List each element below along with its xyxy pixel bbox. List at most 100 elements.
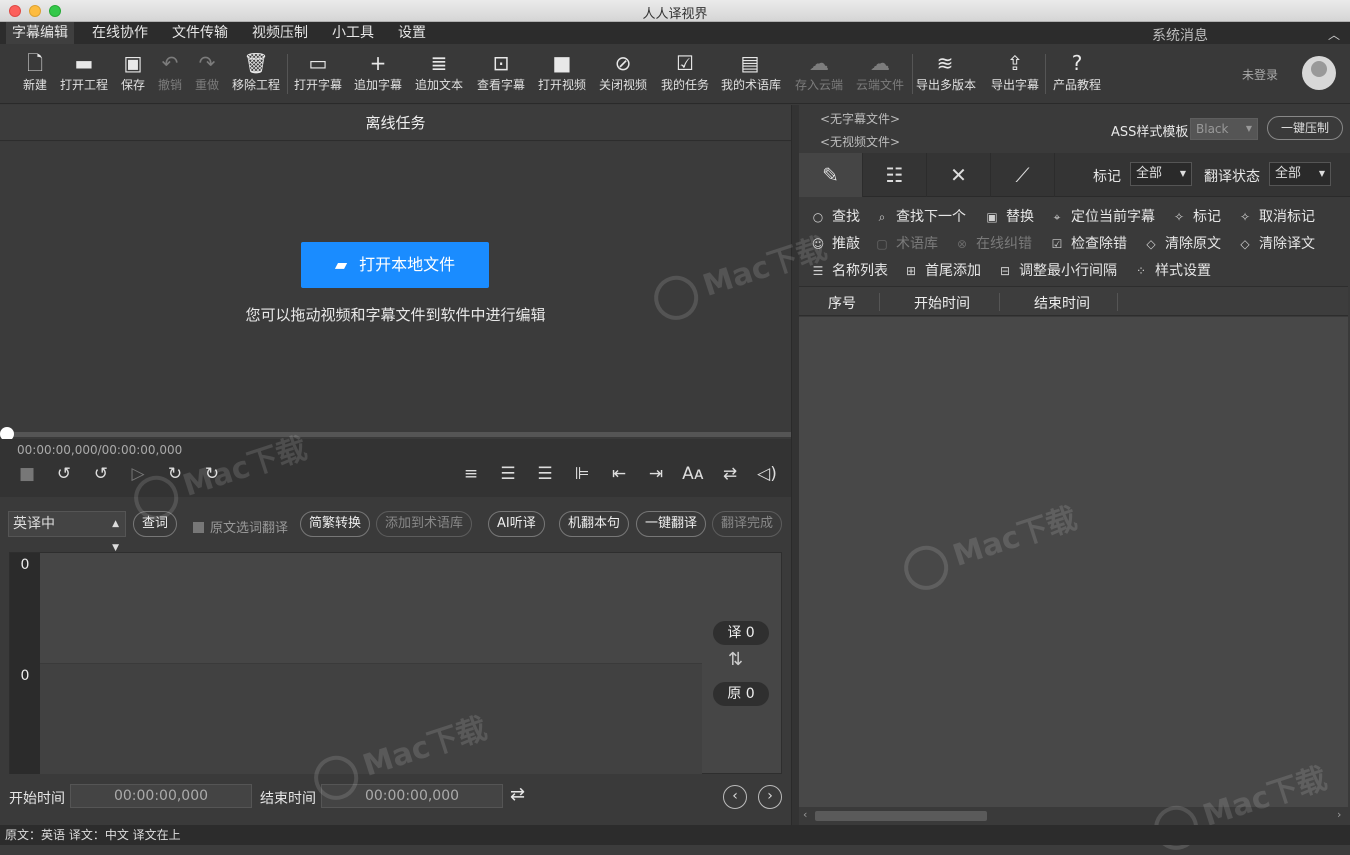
plus-icon: + xyxy=(369,51,387,75)
lookup-button[interactable]: 查词 xyxy=(133,511,178,537)
name-list-action[interactable]: ☰ 名称列表 xyxy=(810,260,888,280)
locate-current-action[interactable]: ⌖ 定位当前字幕 xyxy=(1049,206,1155,226)
stop-icon[interactable]: ■ xyxy=(14,461,40,487)
ai-listen-button[interactable]: AI听译 xyxy=(488,511,545,537)
subtitle-table-body[interactable] xyxy=(799,317,1348,807)
menu-file-transfer[interactable]: 文件传输 xyxy=(166,22,234,44)
online-check-action[interactable]: ⊗ 在线纠错 xyxy=(954,233,1032,253)
font-size-icon[interactable]: Aᴀ xyxy=(680,461,706,487)
ass-template-select[interactable]: Black ▼ xyxy=(1190,118,1258,140)
cloud-icon: ☁ xyxy=(809,51,829,75)
end-time-field[interactable]: 00:00:00,000 xyxy=(321,784,503,808)
my-tasks-button[interactable]: ☑ 我的任务 xyxy=(656,50,714,100)
export-subtitle-button[interactable]: ⇪ 导出字幕 xyxy=(986,50,1044,100)
next-subtitle-icon[interactable]: › xyxy=(758,785,782,809)
translate-done-button[interactable]: 翻译完成 xyxy=(712,511,783,537)
horizontal-scrollbar[interactable]: ‹ › xyxy=(799,807,1348,825)
avatar[interactable] xyxy=(1302,56,1336,90)
play-icon[interactable]: ▷ xyxy=(125,461,151,487)
style-settings-action[interactable]: ⁘ 样式设置 xyxy=(1133,260,1211,280)
trad-simp-button[interactable]: 简繁转换 xyxy=(300,511,371,537)
check-errors-action[interactable]: ☑ 检查除错 xyxy=(1049,233,1127,253)
swap-order-icon[interactable]: ⇅ xyxy=(728,649,743,670)
set-end-icon[interactable]: ⇥ xyxy=(643,461,669,487)
open-subtitle-button[interactable]: ▭ 打开字幕 xyxy=(289,50,347,100)
save-cloud-button[interactable]: ☁ 存入云端 xyxy=(790,50,848,100)
video-area[interactable]: ▰ 打开本地文件 您可以拖动视频和字幕文件到软件中进行编辑 xyxy=(0,142,791,432)
adjust-icon[interactable]: ≡ xyxy=(458,461,484,487)
add-glossary-button[interactable]: 添加到术语库 xyxy=(376,511,473,537)
language-select[interactable]: 英译中 ▲ ▼ xyxy=(8,511,126,553)
original-text-area[interactable] xyxy=(40,664,702,774)
column-end-time[interactable]: 结束时间 xyxy=(1034,293,1090,313)
video-progress-bar[interactable] xyxy=(0,427,791,441)
clear-original-action[interactable]: ◇ 清除原文 xyxy=(1143,233,1221,253)
start-time-field[interactable]: 00:00:00,000 xyxy=(70,784,252,808)
open-video-button[interactable]: ■ 打开视频 xyxy=(533,50,591,100)
one-click-translate-button[interactable]: 一键翻译 xyxy=(636,511,707,537)
mark-filter-select[interactable]: 全部 ▼ xyxy=(1130,162,1192,186)
append-text-button[interactable]: ≣ 追加文本 xyxy=(410,50,468,100)
menu-subtitle-edit[interactable]: 字幕编辑 xyxy=(6,22,74,44)
min-gap-action[interactable]: ⊟ 调整最小行间隔 xyxy=(997,260,1117,280)
find-action[interactable]: ○ 查找 xyxy=(810,206,860,226)
video-file-label: <无视频文件> xyxy=(820,135,901,149)
system-message[interactable]: 系统消息 xyxy=(1152,25,1208,45)
title-bar: 人人译视界 xyxy=(0,0,1350,22)
menu-online-collab[interactable]: 在线协作 xyxy=(86,22,154,44)
login-status[interactable]: 未登录 xyxy=(1242,66,1278,83)
scrollbar-thumb[interactable] xyxy=(815,811,987,821)
pane-divider[interactable] xyxy=(791,105,799,825)
column-index[interactable]: 序号 xyxy=(828,293,856,313)
append-subtitle-button[interactable]: + 追加字幕 xyxy=(349,50,407,100)
find-next-action[interactable]: ⌕ 查找下一个 xyxy=(874,206,966,226)
refine-action[interactable]: ☺ 推敲 xyxy=(810,233,860,253)
cloud-files-button[interactable]: ☁ 云端文件 xyxy=(851,50,909,100)
forward-3s-icon[interactable]: ↻ xyxy=(199,461,225,487)
prev-subtitle-icon[interactable]: ‹ xyxy=(723,785,747,809)
collapse-icon[interactable]: ︿ xyxy=(1328,26,1340,43)
one-click-compress-button[interactable]: 一键压制 xyxy=(1267,116,1343,140)
menu-tools[interactable]: 小工具 xyxy=(326,22,380,44)
tab-list[interactable]: ☷ xyxy=(863,153,927,197)
replace-action[interactable]: ▣ 替换 xyxy=(984,206,1034,226)
checkbox-icon xyxy=(193,522,204,533)
align-middle-icon[interactable]: ☰ xyxy=(532,461,558,487)
swap-icon[interactable]: ⇄ xyxy=(717,461,743,487)
tab-tools[interactable]: ✕ xyxy=(927,153,991,197)
forward-1s-icon[interactable]: ↻ xyxy=(162,461,188,487)
clear-translation-action[interactable]: ◇ 清除译文 xyxy=(1237,233,1315,253)
select-translate-checkbox[interactable]: 原文选词翻译 xyxy=(193,517,288,536)
mt-sentence-button[interactable]: 机翻本句 xyxy=(559,511,630,537)
tab-edit[interactable]: ✎ xyxy=(799,153,863,197)
export-multi-button[interactable]: ≋ 导出多版本 xyxy=(916,50,976,100)
rewind-1s-icon[interactable]: ↺ xyxy=(88,461,114,487)
chart-line-icon: ⟋ xyxy=(1015,163,1030,187)
rewind-3s-icon[interactable]: ↺ xyxy=(51,461,77,487)
unmark-action[interactable]: ✧ 取消标记 xyxy=(1237,206,1315,226)
volume-icon[interactable]: ◁) xyxy=(754,461,780,487)
close-video-button[interactable]: ⊘ 关闭视频 xyxy=(594,50,652,100)
glossary-action[interactable]: ▢ 术语库 xyxy=(874,233,938,253)
export-icon: ⇪ xyxy=(1006,51,1024,75)
search-next-icon: ⌕ xyxy=(878,210,886,224)
swap-time-icon[interactable]: ⇄ xyxy=(510,784,525,805)
set-start-icon[interactable]: ⇤ xyxy=(606,461,632,487)
status-filter-select[interactable]: 全部 ▼ xyxy=(1269,162,1331,186)
mark-action[interactable]: ✧ 标记 xyxy=(1171,206,1221,226)
my-glossary-button[interactable]: ▤ 我的术语库 xyxy=(721,50,781,100)
scroll-right-icon[interactable]: › xyxy=(1337,808,1341,821)
view-subtitle-button[interactable]: ⊡ 查看字幕 xyxy=(472,50,530,100)
align-center-icon[interactable]: ☰ xyxy=(495,461,521,487)
remove-project-button[interactable]: 🗑 移除工程 xyxy=(227,50,285,100)
open-local-file-button[interactable]: ▰ 打开本地文件 xyxy=(301,242,489,288)
scroll-left-icon[interactable]: ‹ xyxy=(803,808,807,821)
tab-chart[interactable]: ⟋ xyxy=(991,153,1055,197)
align-left-icon[interactable]: ⊫ xyxy=(569,461,595,487)
book-icon: ▢ xyxy=(876,237,888,251)
menu-settings[interactable]: 设置 xyxy=(392,22,432,44)
head-tail-add-action[interactable]: ⊞ 首尾添加 xyxy=(903,260,981,280)
menu-video-compress[interactable]: 视频压制 xyxy=(246,22,314,44)
column-start-time[interactable]: 开始时间 xyxy=(914,293,970,313)
tutorial-button[interactable]: ? 产品教程 xyxy=(1048,50,1106,100)
